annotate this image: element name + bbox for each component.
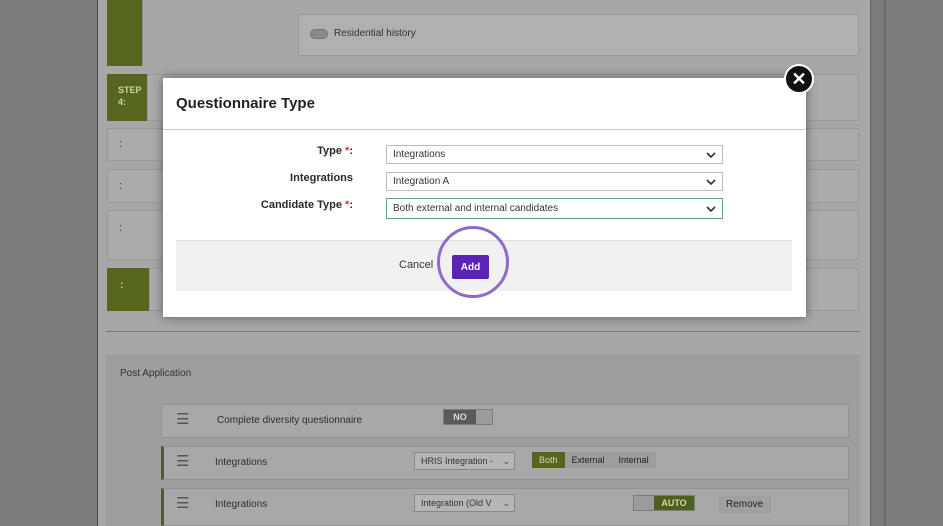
candidate-type-select[interactable]: Both external and internal candidates: [386, 198, 723, 219]
segment-external[interactable]: External: [564, 452, 612, 468]
step-5-marker: :: [107, 268, 149, 311]
background-row-1-label: :: [119, 138, 123, 150]
step-5-label: :: [120, 280, 124, 291]
chevron-down-icon: ⌄: [502, 455, 510, 466]
segment-both[interactable]: Both: [532, 452, 565, 468]
segment-internal[interactable]: Internal: [611, 452, 656, 468]
residential-history-label: Residential history: [334, 28, 416, 39]
page-border-left: [97, 0, 98, 526]
chevron-down-icon: [706, 177, 716, 187]
dialog-title: Questionnaire Type: [176, 95, 315, 112]
integrations-select-value: Integration A: [393, 176, 450, 187]
type-label-text: Type: [317, 145, 342, 157]
toggle-knob: [476, 410, 492, 424]
candidate-segment-control[interactable]: Both External Internal: [532, 452, 656, 468]
dialog-footer: Cancel Add: [176, 240, 792, 291]
step-divider: [142, 0, 143, 66]
type-select-value: Integrations: [393, 149, 446, 160]
background-row-2-label: :: [119, 180, 123, 192]
candidate-type-label: Candidate Type *:: [173, 199, 353, 211]
hris-integration-select[interactable]: HRIS Integration - ⌄: [414, 452, 515, 470]
chevron-down-icon: [706, 204, 716, 214]
integrations-label-text: Integrations: [290, 172, 353, 184]
section-divider: [106, 331, 860, 332]
drag-handle-icon[interactable]: ☰: [176, 454, 189, 469]
chevron-down-icon: [706, 150, 716, 160]
hris-integration-select-value: HRIS Integration -: [421, 456, 494, 466]
post-app-row-integrations-2-label: Integrations: [215, 499, 268, 510]
cancel-button[interactable]: Cancel: [399, 259, 433, 271]
add-button[interactable]: Add: [452, 255, 489, 279]
candidate-type-select-value: Both external and internal candidates: [393, 203, 559, 214]
post-application-title: Post Application: [120, 368, 192, 379]
close-icon[interactable]: ✕: [784, 64, 814, 94]
auto-toggle[interactable]: AUTO: [633, 495, 695, 511]
page-border-right: [884, 0, 886, 526]
dialog-header-divider: [163, 129, 806, 130]
drag-handle-icon[interactable]: ☰: [176, 412, 189, 427]
step-3-marker: [107, 0, 142, 66]
candidate-type-label-text: Candidate Type: [260, 199, 342, 211]
step-4-marker: STEP 4:: [107, 74, 147, 121]
integrations-select[interactable]: Integration A: [386, 172, 723, 191]
chevron-down-icon: ⌄: [502, 497, 510, 508]
integration-old-select[interactable]: Integration (Old V ⌄: [414, 494, 515, 512]
integration-old-select-value: Integration (Old V: [421, 498, 492, 508]
diversity-toggle[interactable]: NO: [443, 409, 493, 425]
candidate-type-label-colon: :: [349, 199, 353, 211]
step-4-label: STEP 4:: [118, 85, 142, 107]
remove-button[interactable]: Remove: [718, 496, 772, 513]
post-app-row-diversity-label: Complete diversity questionnaire: [217, 415, 363, 426]
close-glyph: ✕: [791, 68, 807, 89]
questionnaire-type-dialog: Questionnaire Type Type *: Integrations …: [163, 78, 806, 317]
diversity-toggle-state: NO: [444, 410, 476, 424]
background-row-3-label: :: [119, 222, 123, 234]
type-label-colon: :: [349, 145, 353, 157]
type-label: Type *:: [173, 145, 353, 157]
residential-history-toggle-group[interactable]: Residential history: [310, 28, 416, 39]
auto-toggle-state: AUTO: [654, 496, 694, 510]
integrations-label: Integrations: [173, 172, 353, 184]
toggle-knob: [634, 496, 654, 510]
drag-handle-icon[interactable]: ☰: [176, 496, 189, 511]
post-app-row-integrations-1-label: Integrations: [215, 457, 268, 468]
residential-history-toggle[interactable]: [310, 28, 328, 39]
type-select[interactable]: Integrations: [386, 145, 723, 164]
